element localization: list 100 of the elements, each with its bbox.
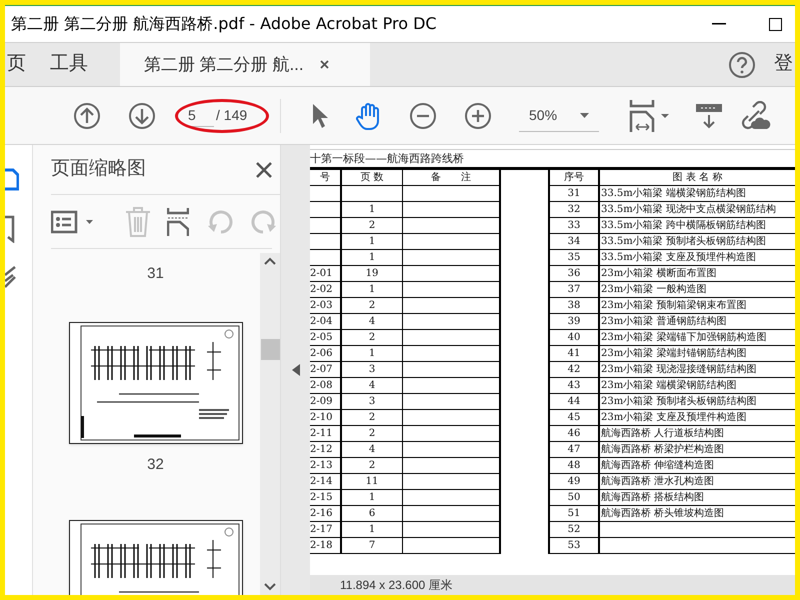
- zoom-in-icon[interactable]: [464, 102, 492, 130]
- insert-page-icon[interactable]: [167, 208, 189, 236]
- table-cell: 2-01: [310, 266, 342, 282]
- tab[interactable]: 第二册 第二分册 航...: [120, 43, 370, 86]
- table-cell: 31: [550, 186, 600, 202]
- table-cell: 航海西路桥 桥梁护栏构造图: [600, 442, 795, 458]
- table-cell: 23m小箱梁 梁端锚下加强钢筋构造图: [600, 330, 795, 346]
- table-cell: 35: [550, 250, 600, 266]
- table-cell: 2-14: [310, 474, 342, 490]
- table-cell: 49: [550, 474, 600, 490]
- table-cell: 19: [342, 266, 403, 282]
- table-cell: 2-10: [310, 410, 342, 426]
- table-cell: 3: [342, 362, 403, 378]
- table-cell: 2-18: [310, 538, 342, 554]
- page-number-label: 32: [147, 454, 164, 474]
- table-cell: 23m小箱梁 支座及预埋件构造图: [600, 410, 795, 426]
- empty-cell: [310, 186, 342, 202]
- table-cell: 40: [550, 330, 600, 346]
- tab[interactable]: 工具: [38, 43, 100, 86]
- table-cell: 47: [550, 442, 600, 458]
- table-cell: 航海西路桥 泄水孔构造图: [600, 474, 795, 490]
- table-cell: 33.5m小箱梁 端横梁钢筋结构图: [600, 186, 795, 202]
- table-cell: 52: [550, 522, 600, 538]
- table-cell: 3: [342, 394, 403, 410]
- page-number-label: 31: [147, 264, 164, 284]
- table-cell: 航海西路桥 桥头锥坡构造图: [600, 506, 795, 522]
- table-cell: 2: [342, 458, 403, 474]
- table-cell: 42: [550, 362, 600, 378]
- table-cell: 33.5m小箱梁 预制堵头板钢筋结构图: [600, 234, 795, 250]
- table-cell: 38: [550, 298, 600, 314]
- table-cell: 4: [342, 378, 403, 394]
- scrollbar-thumb[interactable]: [260, 338, 280, 360]
- close-tab-icon[interactable]: [320, 60, 329, 69]
- pen-icon[interactable]: [5, 265, 17, 289]
- options-icon[interactable]: [51, 210, 95, 234]
- fit-page-icon[interactable]: [629, 100, 671, 132]
- table-cell: 23m小箱梁 横断面布置图: [600, 266, 795, 282]
- tab[interactable]: 页: [5, 43, 38, 86]
- table-cell: 2-04: [310, 314, 342, 330]
- table-cell: 23m小箱梁 预制堵头板钢筋结构图: [600, 394, 795, 410]
- table-cell: 航海西路桥 搭板结构图: [600, 490, 795, 506]
- table-cell: 41: [550, 346, 600, 362]
- table-cell: 6: [342, 506, 403, 522]
- table-cell: 1: [342, 490, 403, 506]
- collapse-arrow-icon[interactable]: [292, 364, 300, 376]
- page-number-field[interactable]: 5: [188, 104, 214, 126]
- table-cell: 2-17: [310, 522, 342, 538]
- table-cell: 39: [550, 314, 600, 330]
- maximize-icon[interactable]: [768, 18, 782, 30]
- table-cell: 33.5m小箱梁 支座及预埋件构造图: [600, 250, 795, 266]
- table-cell: 2-03: [310, 298, 342, 314]
- scrollbar[interactable]: [260, 253, 280, 595]
- table-cell: 1: [342, 282, 403, 298]
- keyboard-download-icon[interactable]: [695, 102, 723, 130]
- pointer-icon[interactable]: [311, 102, 329, 128]
- table-cell: 2-11: [310, 426, 342, 442]
- table-cell: 2-09: [310, 394, 342, 410]
- table-cell: 航海西路桥 人行道板结构图: [600, 426, 795, 442]
- zoom-dropdown[interactable]: 50%: [519, 100, 599, 132]
- page-thumbnails-icon[interactable]: [5, 167, 19, 193]
- table-cell: 45: [550, 410, 600, 426]
- table-cell: 33.5m小箱梁 跨中横隔板钢筋结构图: [600, 218, 795, 234]
- page-thumbnail-drawing[interactable]: [68, 322, 242, 444]
- table-cell: 2: [342, 298, 403, 314]
- page-size-text: 11.894 x 23.600 厘米: [340, 577, 453, 594]
- table-cell: 23m小箱梁 现浇湿接缝钢筋结构图: [600, 362, 795, 378]
- table-cell: 53: [550, 538, 600, 554]
- zoom-out-icon[interactable]: [409, 102, 437, 130]
- table-cell: 44: [550, 394, 600, 410]
- document-heading: 十第一标段——航海西路跨线桥: [310, 150, 464, 166]
- table-cell: 2-13: [310, 458, 342, 474]
- close-icon[interactable]: [256, 162, 272, 178]
- table-cell: 36: [550, 266, 600, 282]
- minimize-icon[interactable]: [712, 23, 726, 25]
- sign-in-link[interactable]: 登: [774, 43, 795, 86]
- table-cell: 2: [342, 410, 403, 426]
- table-cell: 4: [342, 314, 403, 330]
- table-cell: 2-15: [310, 490, 342, 506]
- window-title: 第二册 第二分册 航海西路桥.pdf - Adobe Acrobat Pro DC: [11, 13, 437, 35]
- scroll-up-icon[interactable]: [264, 257, 276, 265]
- table-cell: 2-16: [310, 506, 342, 522]
- table-cell: 航海西路桥 伸缩缝构造图: [600, 458, 795, 474]
- link-cloud-icon[interactable]: [739, 100, 771, 130]
- panel-title: 页面缩略图: [51, 157, 146, 182]
- table-cell: 2: [342, 218, 403, 234]
- table-cell: 32: [550, 202, 600, 218]
- scroll-down-icon[interactable]: [264, 583, 276, 591]
- table-cell: 23m小箱梁 梁端封锚钢筋结构图: [600, 346, 795, 362]
- column-header: 序号: [550, 170, 600, 186]
- column-header: 页 数: [342, 170, 403, 186]
- column-header: 图 表 名 称: [600, 170, 795, 186]
- caret-icon[interactable]: [580, 112, 589, 118]
- table-cell: 33.5m小箱梁 现浇中支点横梁钢筋结构: [600, 202, 795, 218]
- table-cell: 43: [550, 378, 600, 394]
- table-cell: 2-06: [310, 346, 342, 362]
- bookmark-icon[interactable]: [5, 215, 15, 243]
- empty-cell: [310, 250, 342, 266]
- empty-cell: [310, 218, 342, 234]
- table-cell: 2: [342, 330, 403, 346]
- table-cell: 2-12: [310, 442, 342, 458]
